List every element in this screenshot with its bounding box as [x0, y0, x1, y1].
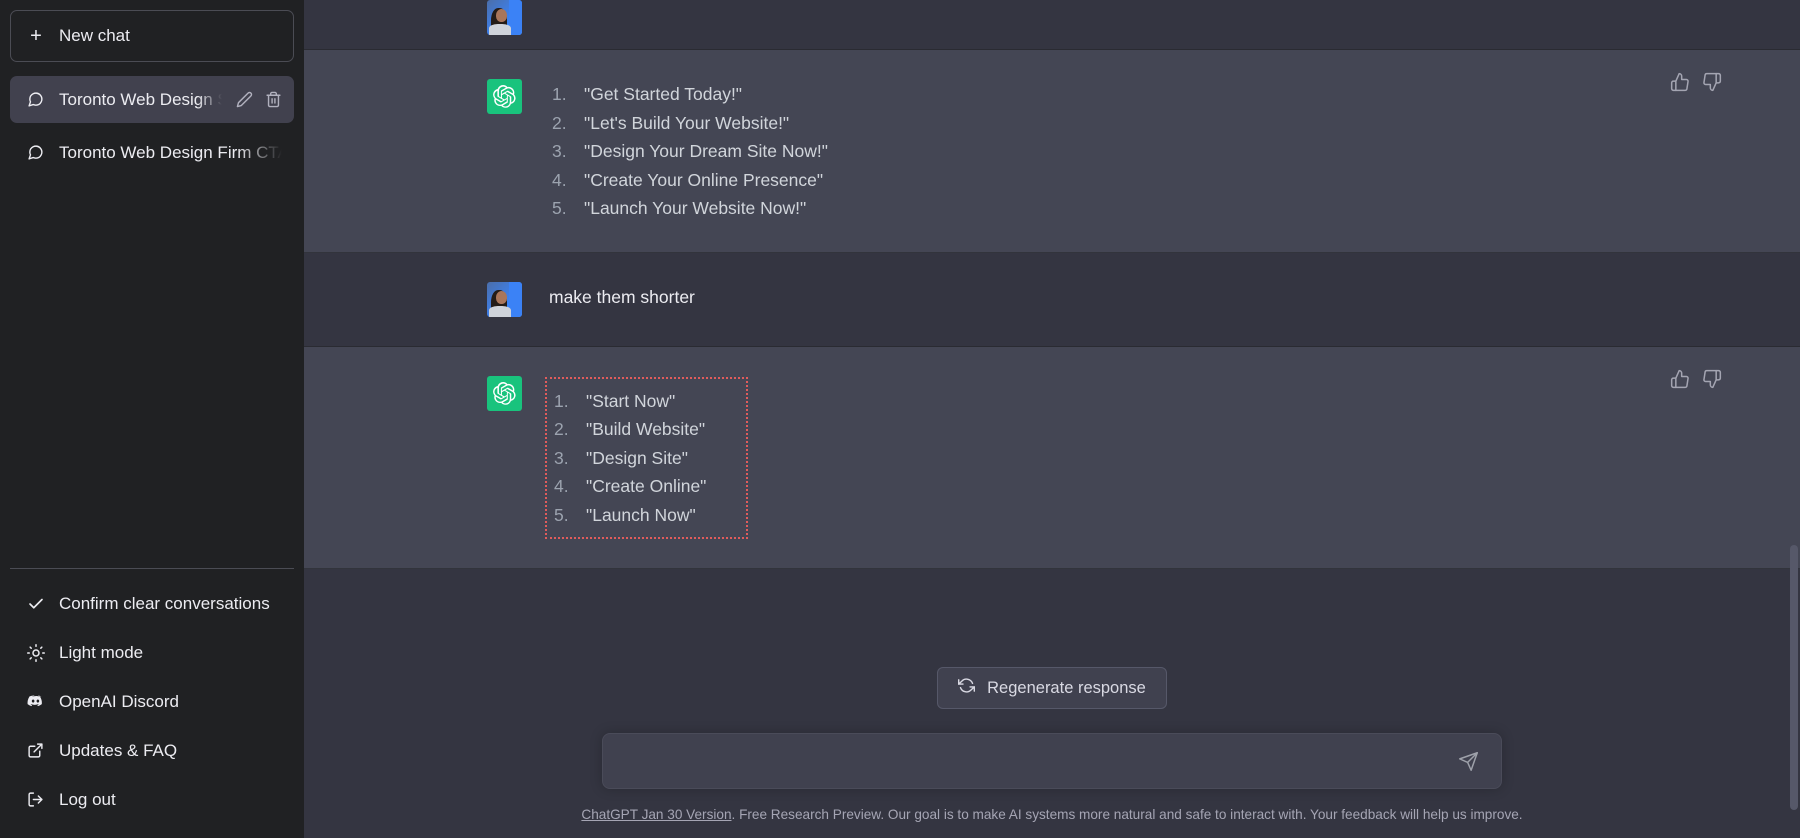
annotation-highlight-box: "Start Now" "Build Website" "Design Site… — [545, 376, 749, 539]
new-chat-button[interactable]: + New chat — [10, 10, 294, 62]
refresh-icon — [958, 677, 976, 699]
scrollbar-thumb[interactable] — [1790, 545, 1798, 810]
sidebar-item-log-out[interactable]: Log out — [10, 775, 294, 824]
list-item: "Let's Build Your Website!" — [552, 109, 790, 137]
send-icon[interactable] — [1454, 747, 1483, 776]
pencil-icon[interactable] — [236, 91, 253, 108]
check-icon — [26, 595, 45, 613]
discord-icon — [26, 692, 45, 711]
avatar — [487, 79, 522, 114]
sun-icon — [26, 643, 45, 662]
chat-bubble-icon — [26, 91, 45, 108]
avatar — [487, 0, 522, 35]
regenerate-response-label: Regenerate response — [987, 678, 1146, 697]
sidebar-item-light-mode[interactable]: Light mode — [10, 628, 294, 677]
cta-list: "Get Started Today!" "Let's Build Your W… — [549, 80, 1617, 223]
list-item: "Create Online" — [554, 472, 707, 500]
message-text: make them shorter — [549, 286, 695, 307]
main-panel: "Get Started Today!" "Let's Build Your W… — [304, 0, 1800, 838]
footer-text: . Free Research Preview. Our goal is to … — [731, 807, 1523, 822]
list-item: "Design Site" — [554, 444, 688, 472]
list-item: "Get Started Today!" — [552, 80, 743, 108]
chat-bubble-icon — [26, 144, 45, 161]
regenerate-row: Regenerate response — [304, 667, 1800, 709]
sidebar-item-openai-discord[interactable]: OpenAI Discord — [10, 677, 294, 726]
conversation-title: Toronto Web Design Firm CTA — [59, 142, 282, 162]
thumbs-up-icon[interactable] — [1670, 369, 1690, 389]
external-link-icon — [26, 742, 45, 759]
sidebar-menu: Confirm clear conversations Light mode O… — [10, 568, 294, 838]
sidebar-item-label: Confirm clear conversations — [59, 593, 270, 613]
conversation-title: Toronto Web Design Sl — [59, 89, 222, 109]
cta-list: "Start Now" "Build Website" "Design Site… — [551, 387, 706, 530]
footer-disclaimer: ChatGPT Jan 30 Version. Free Research Pr… — [304, 789, 1800, 838]
sidebar-item-label: Log out — [59, 789, 116, 809]
sidebar-item-conversation-2[interactable]: Toronto Web Design Firm CTA — [10, 129, 294, 176]
composer: Regenerate response ChatGPT Jan 30 Versi… — [304, 645, 1800, 838]
message-row-user: make them shorter — [304, 252, 1800, 347]
message-feedback-actions — [1670, 72, 1722, 92]
thumbs-down-icon[interactable] — [1702, 72, 1722, 92]
chatgpt-app: + New chat Toronto Web Design Sl Toronto… — [0, 0, 1800, 838]
sidebar: + New chat Toronto Web Design Sl Toronto… — [0, 0, 304, 838]
sidebar-item-label: Light mode — [59, 642, 144, 662]
avatar — [487, 281, 522, 317]
sidebar-item-label: OpenAI Discord — [59, 691, 179, 711]
version-link[interactable]: ChatGPT Jan 30 Version — [581, 807, 731, 822]
list-item: "Create Your Online Presence" — [552, 166, 824, 194]
conversation-actions — [236, 91, 282, 108]
avatar — [487, 375, 522, 411]
sidebar-item-updates-faq[interactable]: Updates & FAQ — [10, 726, 294, 775]
list-item: "Design Your Dream Site Now!" — [552, 137, 828, 165]
message-thread: "Get Started Today!" "Let's Build Your W… — [304, 0, 1800, 645]
logout-icon — [26, 791, 45, 808]
message-input[interactable] — [623, 734, 1454, 788]
message-feedback-actions — [1670, 369, 1722, 389]
sidebar-item-label: Updates & FAQ — [59, 740, 178, 760]
list-item: "Start Now" — [554, 387, 676, 415]
sidebar-item-confirm-clear-conversations[interactable]: Confirm clear conversations — [10, 579, 294, 628]
plus-icon: + — [30, 25, 42, 47]
sidebar-item-conversation-1[interactable]: Toronto Web Design Sl — [10, 76, 294, 123]
message-input-box[interactable] — [602, 733, 1502, 789]
new-chat-label: New chat — [59, 26, 130, 45]
scrollbar[interactable] — [1788, 0, 1800, 838]
thumbs-down-icon[interactable] — [1702, 369, 1722, 389]
list-item: "Launch Your Website Now!" — [552, 194, 807, 222]
message-row-assistant-1: "Get Started Today!" "Let's Build Your W… — [304, 50, 1800, 253]
conversation-list: Toronto Web Design Sl Toronto Web Design… — [10, 76, 294, 176]
list-item: "Launch Now" — [554, 501, 696, 529]
message-row-user-partial — [304, 0, 1800, 50]
regenerate-response-button[interactable]: Regenerate response — [937, 667, 1167, 709]
trash-icon[interactable] — [265, 91, 282, 108]
input-area — [304, 733, 1800, 789]
thumbs-up-icon[interactable] — [1670, 72, 1690, 92]
list-item: "Build Website" — [554, 415, 706, 443]
message-row-assistant-2: "Start Now" "Build Website" "Design Site… — [304, 346, 1800, 569]
